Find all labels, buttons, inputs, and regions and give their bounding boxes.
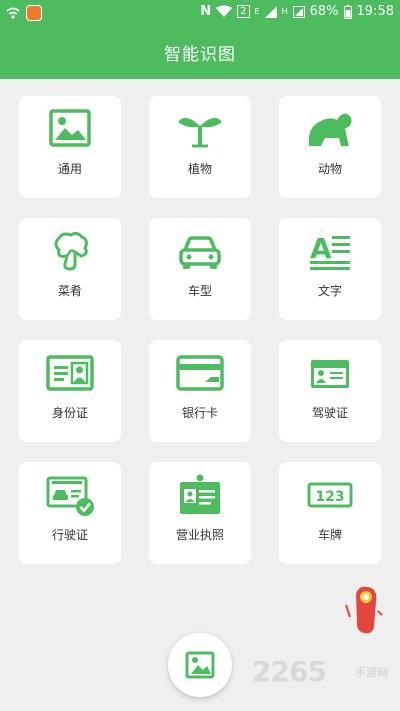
category-label: 行驶证 [51, 528, 88, 542]
gallery-button[interactable] [168, 633, 232, 697]
category-label: 车型 [187, 284, 212, 298]
category-label: 营业执照 [175, 528, 224, 542]
mascot-icon [345, 586, 383, 634]
category-grid: 通用 植物 动物 菜肴 车型 A 文字 身份证 银行卡 驾驶证 行驶证 营业执照… [0, 0, 400, 600]
category-label: 驾驶证 [311, 406, 348, 420]
category-license-plate[interactable]: 123 车牌 [279, 462, 381, 564]
category-dish[interactable]: 菜肴 [19, 218, 121, 320]
category-driver-license[interactable]: 驾驶证 [279, 340, 381, 442]
driver-license-icon [311, 360, 349, 388]
animal-icon [308, 113, 352, 146]
text-icon-letter: A [310, 232, 332, 265]
category-label: 文字 [317, 284, 342, 298]
gallery-icon [185, 651, 215, 679]
category-label: 身份证 [51, 406, 88, 420]
category-business-license[interactable]: 营业执照 [149, 462, 251, 564]
picture-icon [49, 109, 91, 147]
broccoli-icon [54, 231, 88, 271]
vehicle-license-icon [46, 476, 94, 516]
text-icon: A [310, 232, 350, 270]
watermark-brand: 2265 [252, 655, 327, 688]
category-bank-card[interactable]: 银行卡 [149, 340, 251, 442]
category-label: 银行卡 [181, 406, 218, 420]
sprout-icon [178, 117, 222, 148]
category-text[interactable]: A 文字 [279, 218, 381, 320]
category-vehicle-license[interactable]: 行驶证 [19, 462, 121, 564]
category-label: 植物 [187, 162, 212, 176]
category-general[interactable]: 通用 [19, 96, 121, 198]
category-animal[interactable]: 动物 [279, 96, 381, 198]
id-card-icon [46, 355, 94, 391]
category-id-card[interactable]: 身份证 [19, 340, 121, 442]
license-plate-text: 123 [315, 489, 344, 505]
bank-card-icon [176, 355, 224, 391]
category-label: 车牌 [317, 528, 342, 542]
car-icon [179, 236, 221, 269]
category-label: 通用 [57, 162, 82, 176]
category-label: 菜肴 [57, 284, 82, 298]
license-plate-icon: 123 [307, 482, 353, 508]
category-plant[interactable]: 植物 [149, 96, 251, 198]
business-license-icon [180, 474, 220, 514]
watermark-suffix: 手游网 [355, 666, 388, 679]
category-label: 动物 [317, 162, 342, 176]
category-car-model[interactable]: 车型 [149, 218, 251, 320]
